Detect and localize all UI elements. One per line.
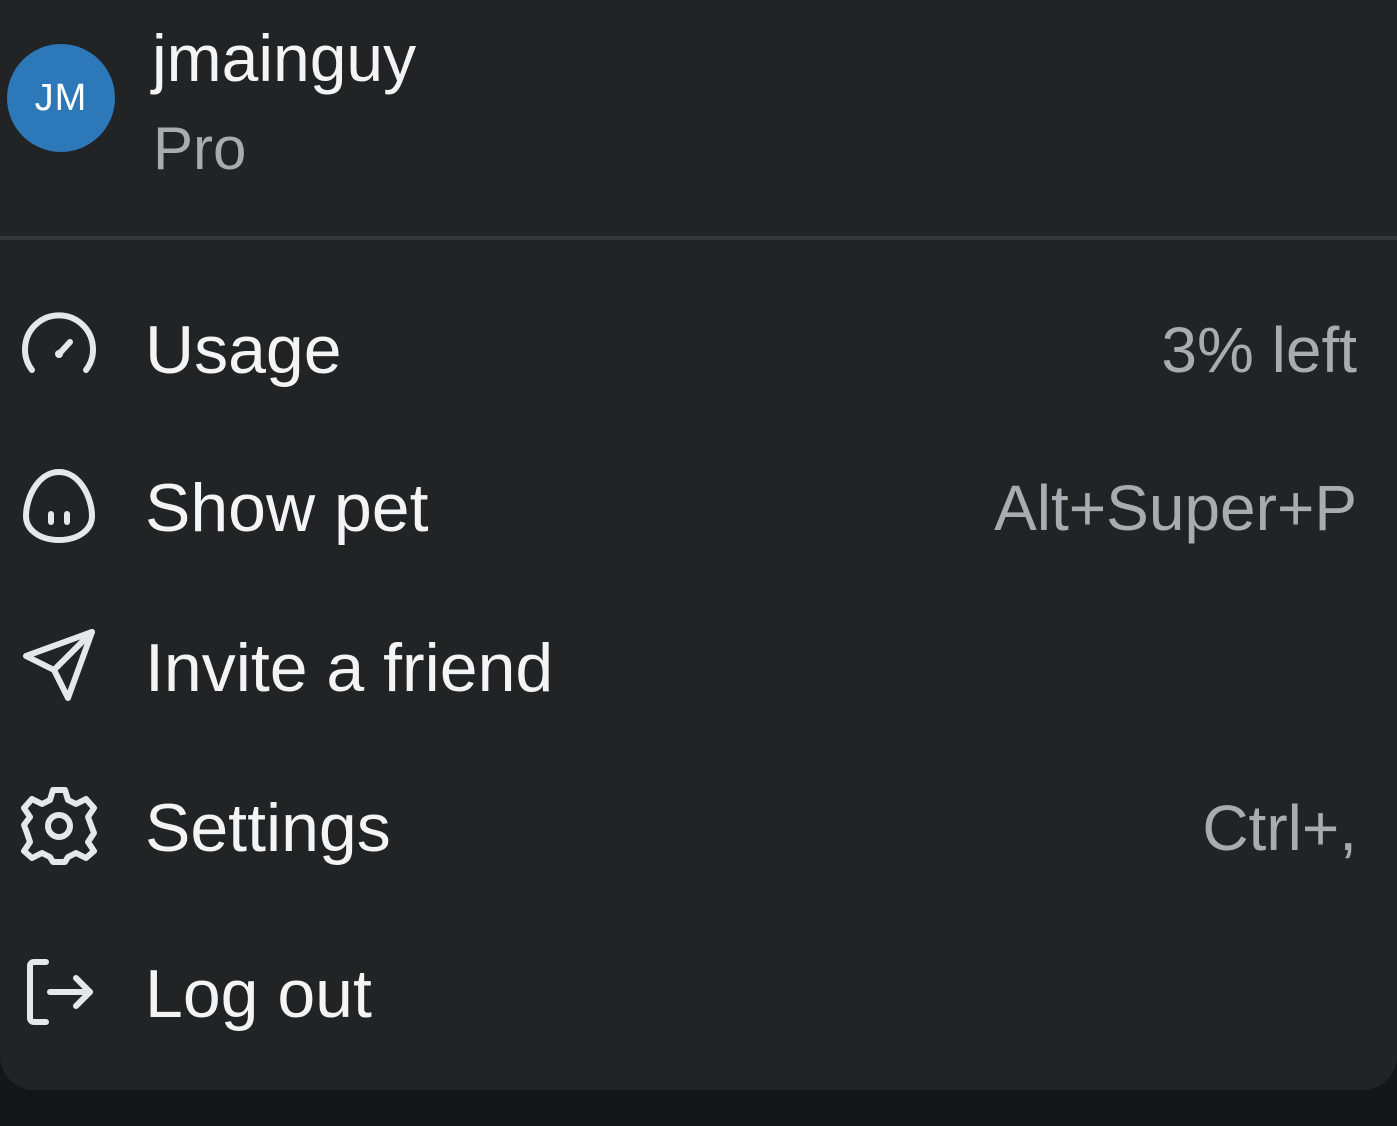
username: jmainguy xyxy=(152,21,417,95)
gear-icon xyxy=(18,784,100,866)
shortcut-hint: Alt+Super+P xyxy=(994,472,1357,544)
shortcut-hint: Ctrl+, xyxy=(1202,792,1357,864)
usage-remaining: 3% left xyxy=(1161,314,1357,386)
menu-item-usage[interactable]: Usage 3% left xyxy=(0,278,1397,408)
menu-item-label: Log out xyxy=(145,956,372,1032)
account-header: JM jmainguy Pro xyxy=(0,0,1397,238)
pet-icon xyxy=(18,464,100,546)
avatar-initials: JM xyxy=(34,76,88,119)
divider xyxy=(0,236,1397,240)
plan-label: Pro xyxy=(153,115,247,182)
account-menu: JM jmainguy Pro Usage 3% left Show pet A… xyxy=(0,0,1397,1090)
menu-item-label: Settings xyxy=(145,790,391,866)
menu-item-invite-friend[interactable]: Invite a friend xyxy=(0,596,1397,726)
menu-item-label: Show pet xyxy=(145,470,429,546)
menu-item-label: Usage xyxy=(145,312,342,388)
window-edge xyxy=(0,1092,1397,1126)
avatar: JM xyxy=(7,44,115,152)
menu-item-settings[interactable]: Settings Ctrl+, xyxy=(0,756,1397,886)
logout-icon xyxy=(18,950,100,1032)
menu-item-label: Invite a friend xyxy=(145,630,554,706)
send-icon xyxy=(18,624,100,706)
menu-item-log-out[interactable]: Log out xyxy=(0,922,1397,1052)
gauge-icon xyxy=(18,306,100,388)
menu-item-show-pet[interactable]: Show pet Alt+Super+P xyxy=(0,436,1397,566)
